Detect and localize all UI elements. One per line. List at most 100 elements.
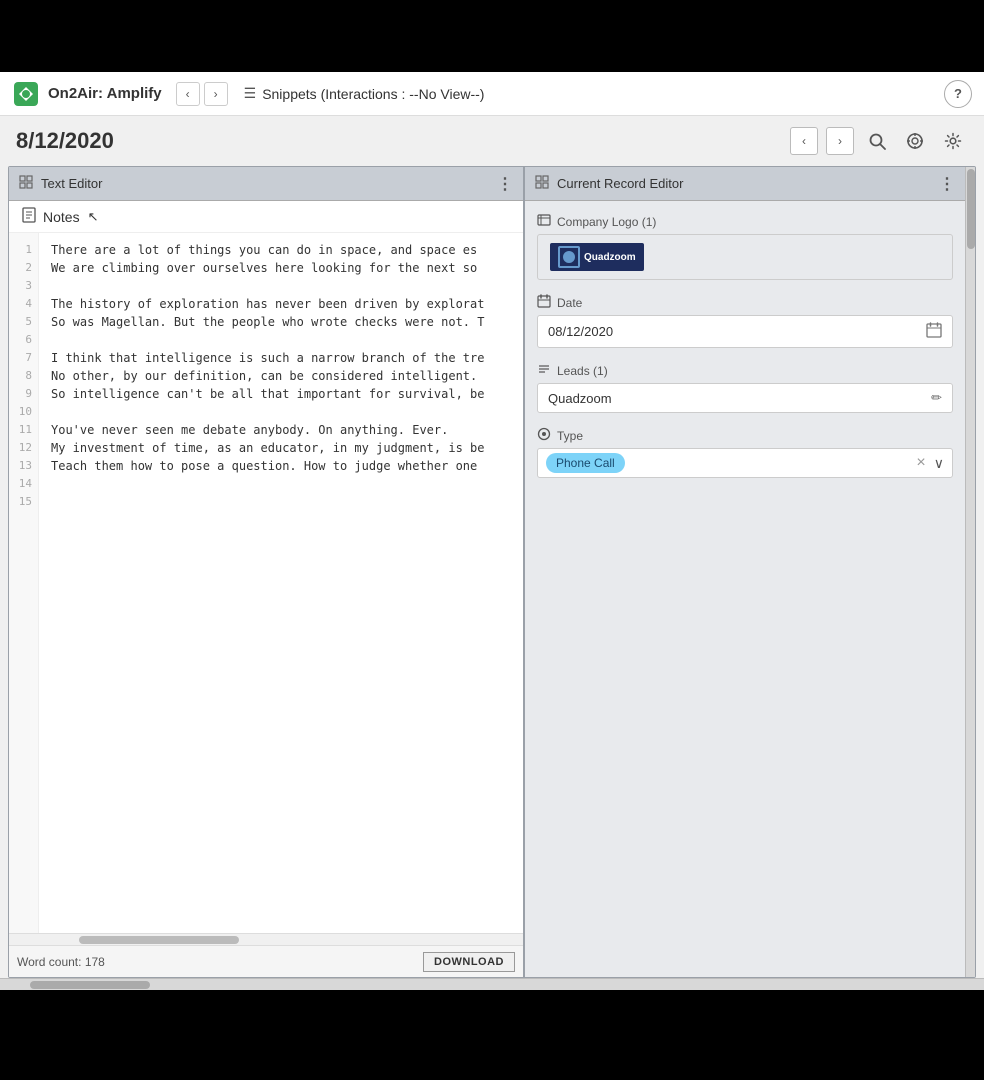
type-label-text: Type xyxy=(557,429,583,443)
record-editor-header: Current Record Editor ⋮ xyxy=(525,167,965,201)
company-logo-icon xyxy=(537,213,551,230)
header: On2Air: Amplify ‹ › ☰ Snippets (Interact… xyxy=(0,72,984,116)
text-line-1: There are a lot of things you can do in … xyxy=(51,241,511,259)
dropdown-arrow-icon[interactable]: ∨ xyxy=(934,455,944,472)
company-logo-label: Company Logo (1) xyxy=(537,213,953,230)
text-editor-title: Text Editor xyxy=(41,176,102,191)
text-line-9: So intelligence can't be all that import… xyxy=(51,385,511,403)
type-icon xyxy=(537,427,551,444)
date-icon xyxy=(537,294,551,311)
company-logo-section: Company Logo (1) Quadzoom xyxy=(537,213,953,280)
type-field-label: Type xyxy=(537,427,953,444)
type-select[interactable]: Phone Call × ∨ xyxy=(537,448,953,478)
text-line-15 xyxy=(51,493,511,511)
date-nav-forward[interactable]: › xyxy=(826,127,854,155)
text-line-5: So was Magellan. But the people who wrot… xyxy=(51,313,511,331)
line-numbers: 1 2 3 4 5 6 7 8 9 10 11 12 13 14 xyxy=(9,233,39,933)
q-logo-text: Quadzoom xyxy=(584,252,636,263)
bottom-scrollbar-thumb[interactable] xyxy=(30,981,150,989)
line-num-3: 3 xyxy=(9,277,38,295)
date-field-label: Date xyxy=(537,294,953,311)
line-num-2: 2 xyxy=(9,259,38,277)
nav-back-btn[interactable]: ‹ xyxy=(176,82,200,106)
notes-icon xyxy=(21,207,37,226)
gear-icon xyxy=(944,132,962,150)
current-date: 8/12/2020 xyxy=(16,128,114,154)
bottom-black-bar xyxy=(0,990,984,1080)
calendar-icon xyxy=(926,322,942,341)
date-bar: 8/12/2020 ‹ › xyxy=(0,116,984,166)
text-line-12: My investment of time, as an educator, i… xyxy=(51,439,511,457)
right-panel-scrollbar[interactable] xyxy=(965,167,975,977)
line-num-4: 4 xyxy=(9,295,38,313)
company-logo-label-text: Company Logo (1) xyxy=(557,215,656,229)
horizontal-scrollbar[interactable] xyxy=(9,933,523,945)
text-line-11: You've never seen me debate anybody. On … xyxy=(51,421,511,439)
snippets-label: Snippets (Interactions : --No View--) xyxy=(262,86,484,102)
left-panel-text-editor: Text Editor ⋮ Notes ↖ xyxy=(9,167,525,977)
edit-icon[interactable]: ✏ xyxy=(931,390,942,406)
settings-button[interactable] xyxy=(938,126,968,156)
line-num-1: 1 xyxy=(9,241,38,259)
record-editor-menu-btn[interactable]: ⋮ xyxy=(939,174,955,194)
leads-section: Leads (1) Quadzoom ✏ xyxy=(537,362,953,413)
bottom-scrollbar[interactable] xyxy=(0,978,984,990)
line-numbers-content: 1 2 3 4 5 6 7 8 9 10 11 12 13 14 xyxy=(9,233,523,933)
text-editor-bottom: Word count: 178 DOWNLOAD xyxy=(9,945,523,977)
text-content-area[interactable]: There are a lot of things you can do in … xyxy=(39,233,523,933)
type-actions: × ∨ xyxy=(916,454,944,472)
line-num-9: 9 xyxy=(9,385,38,403)
target-button[interactable] xyxy=(900,126,930,156)
word-count: Word count: 178 xyxy=(17,955,105,969)
clear-type-btn[interactable]: × xyxy=(916,454,925,472)
line-num-14: 14 xyxy=(9,475,38,493)
line-num-12: 12 xyxy=(9,439,38,457)
text-line-6 xyxy=(51,331,511,349)
search-button[interactable] xyxy=(862,126,892,156)
type-section: Type Phone Call × ∨ xyxy=(537,427,953,478)
top-black-bar xyxy=(0,0,984,72)
leads-input[interactable]: Quadzoom ✏ xyxy=(537,383,953,413)
record-expand-icon xyxy=(535,175,549,192)
menu-icon-btn[interactable]: ☰ Snippets (Interactions : --No View--) xyxy=(244,85,485,102)
expand-icon xyxy=(19,175,33,192)
date-controls: ‹ › xyxy=(790,126,968,156)
app-logo: On2Air: Amplify xyxy=(12,80,162,108)
line-num-7: 7 xyxy=(9,349,38,367)
panels-container: Text Editor ⋮ Notes ↖ xyxy=(8,166,976,978)
right-panel-inner: Current Record Editor ⋮ xyxy=(525,167,965,977)
nav-forward-btn[interactable]: › xyxy=(204,82,228,106)
text-editor-header: Text Editor ⋮ xyxy=(9,167,523,201)
panel-header-left: Text Editor xyxy=(19,175,102,192)
on2air-logo-icon xyxy=(12,80,40,108)
text-line-10 xyxy=(51,403,511,421)
right-panel-content: Company Logo (1) Quadzoom xyxy=(525,201,965,977)
help-button[interactable]: ? xyxy=(944,80,972,108)
date-nav-back[interactable]: ‹ xyxy=(790,127,818,155)
line-num-15: 15 xyxy=(9,493,38,511)
search-icon xyxy=(868,132,886,150)
record-header-left: Current Record Editor xyxy=(535,175,683,192)
date-input[interactable]: 08/12/2020 xyxy=(537,315,953,348)
text-line-4: The history of exploration has never bee… xyxy=(51,295,511,313)
line-num-5: 5 xyxy=(9,313,38,331)
q-logo-icon xyxy=(558,246,580,268)
leads-icon xyxy=(537,362,551,379)
h-scrollbar-thumb[interactable] xyxy=(79,936,239,944)
quadroon-logo: Quadzoom xyxy=(550,243,644,271)
leads-value: Quadzoom xyxy=(548,391,612,406)
notes-label: Notes xyxy=(43,209,80,225)
nav-arrows: ‹ › xyxy=(176,82,228,106)
text-editor-content[interactable]: 1 2 3 4 5 6 7 8 9 10 11 12 13 14 xyxy=(9,233,523,933)
download-button[interactable]: DOWNLOAD xyxy=(423,952,515,972)
line-num-10: 10 xyxy=(9,403,38,421)
line-num-8: 8 xyxy=(9,367,38,385)
right-panel-record-editor: Current Record Editor ⋮ xyxy=(525,167,975,977)
text-line-3 xyxy=(51,277,511,295)
leads-label-text: Leads (1) xyxy=(557,364,608,378)
date-label-text: Date xyxy=(557,296,582,310)
cursor-arrow: ↖ xyxy=(88,209,99,225)
text-line-2: We are climbing over ourselves here look… xyxy=(51,259,511,277)
text-editor-menu-btn[interactable]: ⋮ xyxy=(497,174,513,194)
scrollbar-thumb[interactable] xyxy=(967,169,975,249)
